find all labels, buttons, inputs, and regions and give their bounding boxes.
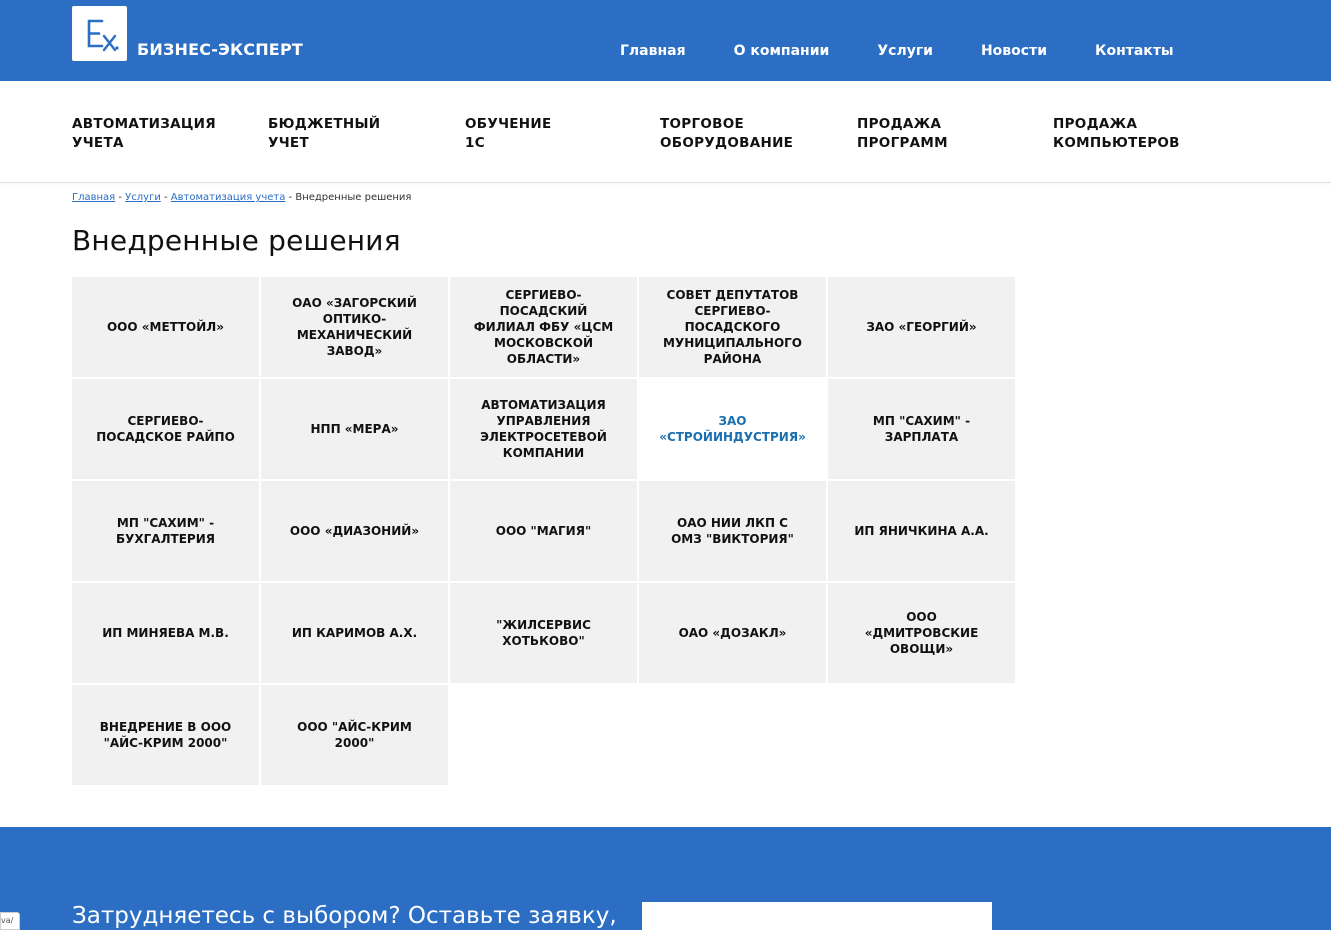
- service-item-computer-sales[interactable]: Продажа компьютеров: [1053, 115, 1180, 153]
- service-label: компьютеров: [1053, 135, 1180, 151]
- solution-tile[interactable]: ООО "АЙС-КРИМ 2000": [261, 685, 448, 785]
- breadcrumb-separator: -: [115, 192, 126, 203]
- solution-tile[interactable]: ООО «ДИАЗОНИЙ»: [261, 481, 448, 581]
- solution-tile[interactable]: МП "САХИМ" - БУХГАЛТЕРИЯ: [72, 481, 259, 581]
- service-label: Продажа: [1053, 116, 1138, 132]
- solution-tile[interactable]: ИП МИНЯЕВА М.В.: [72, 583, 259, 683]
- solution-tile[interactable]: ОАО «ЗАГОРСКИЙ ОПТИКО-МЕХАНИЧЕСКИЙ ЗАВОД…: [261, 277, 448, 377]
- logo[interactable]: [72, 6, 127, 61]
- service-item-software-sales[interactable]: Продажа программ: [857, 115, 948, 153]
- solution-tile[interactable]: СЕРГИЕВО-ПОСАДСКИЙ ФИЛИАЛ ФБУ «ЦСМ МОСКО…: [450, 277, 637, 377]
- breadcrumb-separator: -: [285, 192, 296, 203]
- solution-tile[interactable]: АВТОМАТИЗАЦИЯ УПРАВЛЕНИЯ ЭЛЕКТРОСЕТЕВОЙ …: [450, 379, 637, 479]
- service-label: Торговое: [660, 116, 745, 132]
- main-nav: Главная О компании Услуги Новости Контак…: [620, 43, 1222, 59]
- breadcrumb-link-home[interactable]: Главная: [72, 192, 115, 203]
- service-item-automation[interactable]: Автоматизация учета: [72, 115, 216, 153]
- breadcrumb: Главная - Услуги - Автоматизация учета -…: [72, 192, 411, 203]
- service-label: Бюджетный: [268, 116, 381, 132]
- request-form-box[interactable]: [642, 902, 992, 942]
- service-item-equipment[interactable]: Торговое оборудование: [660, 115, 793, 153]
- service-item-budget[interactable]: Бюджетный учет: [268, 115, 380, 153]
- status-url-tag: va/: [0, 912, 20, 930]
- solution-tile[interactable]: ООО «МЕТТОЙЛ»: [72, 277, 259, 377]
- nav-news[interactable]: Новости: [981, 43, 1047, 59]
- nav-contacts[interactable]: Контакты: [1095, 43, 1174, 59]
- solution-tile[interactable]: ООО "МАГИЯ": [450, 481, 637, 581]
- service-label: Автоматизация: [72, 116, 216, 132]
- service-label: Обучение: [465, 116, 552, 132]
- nav-about[interactable]: О компании: [734, 43, 830, 59]
- solution-tile[interactable]: ОАО НИИ ЛКП С ОМЗ "ВИКТОРИЯ": [639, 481, 826, 581]
- solution-tile[interactable]: ИП ЯНИЧКИНА А.А.: [828, 481, 1015, 581]
- solution-tile[interactable]: ИП КАРИМОВ А.Х.: [261, 583, 448, 683]
- solution-tile[interactable]: ООО «ДМИТРОВСКИЕ ОВОЩИ»: [828, 583, 1015, 683]
- solution-tile[interactable]: НПП «МЕРА»: [261, 379, 448, 479]
- breadcrumb-link-services[interactable]: Услуги: [125, 192, 161, 203]
- request-banner: Затрудняетесь с выбором? Оставьте заявку…: [0, 827, 1331, 942]
- solution-tile[interactable]: ОАО «ДОЗАКЛ»: [639, 583, 826, 683]
- service-label: оборудование: [660, 135, 794, 151]
- services-menu: Автоматизация учета Бюджетный учет Обуче…: [0, 81, 1331, 183]
- solution-tile[interactable]: ЗАО «СТРОЙИНДУСТРИЯ»: [639, 379, 826, 479]
- service-label: Продажа: [857, 116, 942, 132]
- solution-tile[interactable]: СОВЕТ ДЕПУТАТОВ СЕРГИЕВО-ПОСАДСКОГО МУНИ…: [639, 277, 826, 377]
- solution-tile[interactable]: ВНЕДРЕНИЕ В ООО "АЙС-КРИМ 2000": [72, 685, 259, 785]
- service-label: 1С: [465, 135, 485, 151]
- page-title: Внедренные решения: [72, 224, 401, 257]
- request-banner-text: Затрудняетесь с выбором? Оставьте заявку…: [72, 903, 617, 929]
- solution-tile[interactable]: ЗАО «ГЕОРГИЙ»: [828, 277, 1015, 377]
- service-label: учет: [268, 135, 309, 151]
- solution-tile[interactable]: МП "САХИМ" - ЗАРПЛАТА: [828, 379, 1015, 479]
- service-label: учета: [72, 135, 124, 151]
- breadcrumb-current: Внедренные решения: [295, 192, 412, 203]
- breadcrumb-separator: -: [160, 192, 171, 203]
- nav-services[interactable]: Услуги: [877, 43, 933, 59]
- brand-name[interactable]: БИЗНЕС-ЭКСПЕРТ: [137, 40, 303, 59]
- breadcrumb-link-automation[interactable]: Автоматизация учета: [171, 192, 286, 203]
- logo-icon: [87, 19, 119, 52]
- service-label: программ: [857, 135, 948, 151]
- nav-home[interactable]: Главная: [620, 43, 686, 59]
- solution-tile[interactable]: "ЖИЛСЕРВИС ХОТЬКОВО": [450, 583, 637, 683]
- solution-tile[interactable]: СЕРГИЕВО-ПОСАДСКОЕ РАЙПО: [72, 379, 259, 479]
- site-header: БИЗНЕС-ЭКСПЕРТ Главная О компании Услуги…: [0, 0, 1331, 81]
- service-item-training[interactable]: Обучение 1С: [465, 115, 552, 153]
